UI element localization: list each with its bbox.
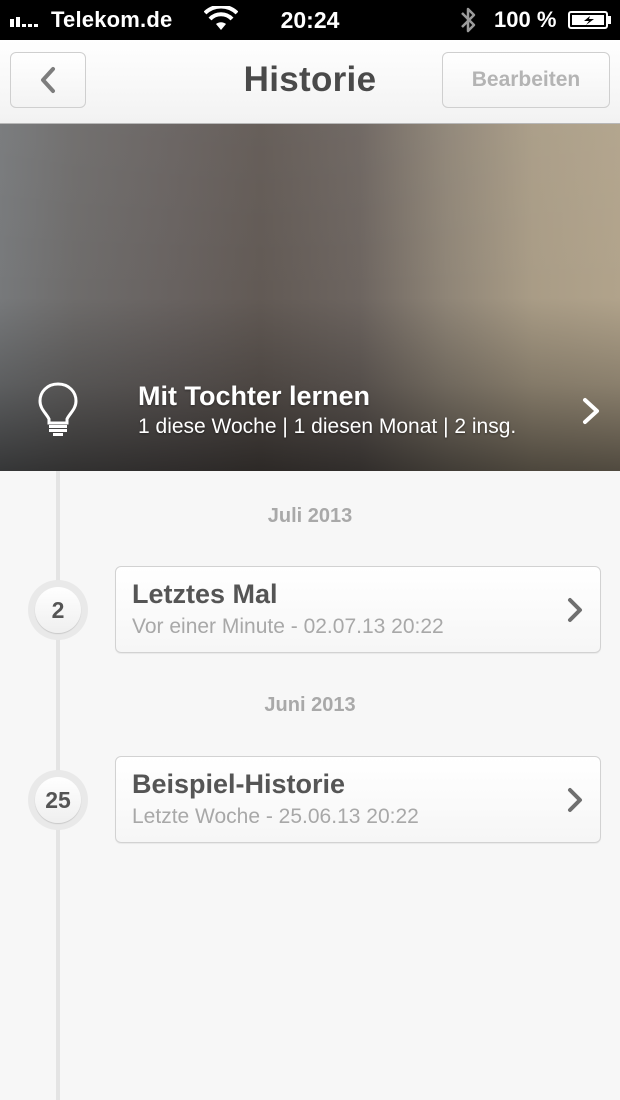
habit-header[interactable]: Mit Tochter lernen 1 diese Woche | 1 die… — [0, 124, 620, 471]
chevron-right-icon — [568, 598, 582, 622]
edit-button[interactable]: Bearbeiten — [442, 52, 610, 108]
day-number: 25 — [35, 777, 81, 823]
entry-subtitle: Vor einer Minute - 02.07.13 20:22 — [132, 615, 444, 638]
history-entry-card[interactable]: Letztes Mal Vor einer Minute - 02.07.13 … — [115, 566, 601, 653]
day-number: 2 — [35, 587, 81, 633]
bluetooth-icon — [461, 7, 476, 33]
chevron-right-icon — [583, 398, 599, 424]
entry-title: Letztes Mal — [132, 579, 278, 609]
history-entry-card[interactable]: Beispiel-Historie Letzte Woche - 25.06.1… — [115, 756, 601, 843]
month-header: Juli 2013 — [267, 505, 353, 527]
day-badge: 25 — [28, 770, 88, 830]
habit-title: Mit Tochter lernen — [138, 381, 371, 411]
chevron-right-icon — [568, 788, 582, 812]
status-bar: Telekom.de 20:24 100 % — [0, 0, 620, 40]
navigation-bar: Historie Bearbeiten — [0, 40, 620, 124]
lightbulb-icon — [38, 382, 78, 436]
entry-title: Beispiel-Historie — [132, 769, 346, 799]
battery-percentage: 100 % — [494, 7, 557, 32]
habit-stats: 1 diese Woche | 1 diesen Monat | 2 insg. — [138, 415, 517, 438]
battery-charging-icon — [568, 11, 611, 29]
month-header: Juni 2013 — [264, 694, 356, 716]
day-badge: 2 — [28, 580, 88, 640]
entry-subtitle: Letzte Woche - 25.06.13 20:22 — [132, 805, 419, 828]
